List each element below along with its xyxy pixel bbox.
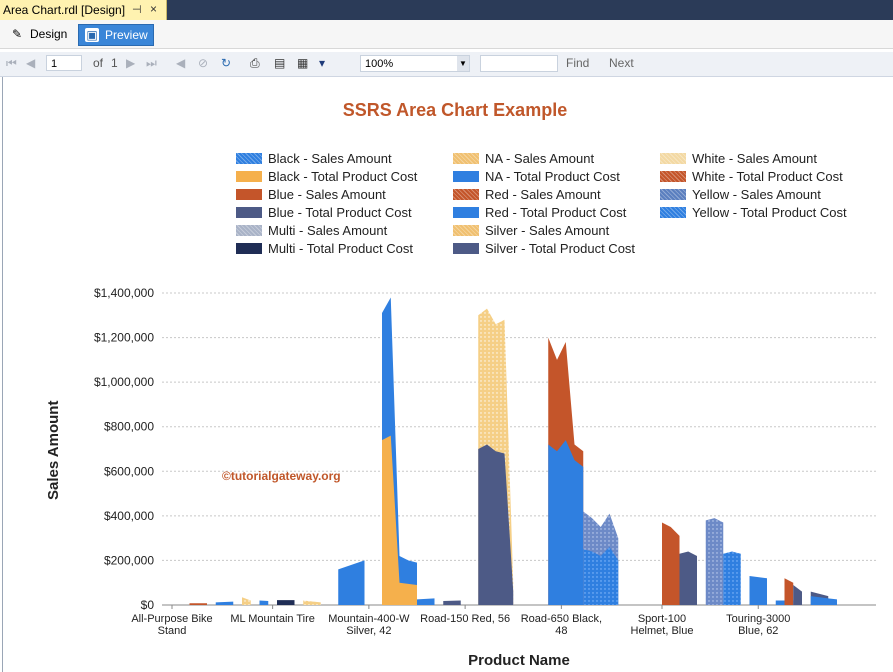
area-segment xyxy=(417,598,435,605)
area-segment xyxy=(242,597,251,605)
x-tick-label: Touring-3000 Blue, 62 xyxy=(726,613,790,637)
area-segment xyxy=(784,578,794,605)
area-segment xyxy=(679,551,697,605)
area-segment xyxy=(749,576,767,605)
x-tick-label: All-Purpose Bike Stand xyxy=(131,613,212,637)
y-tick-label: $0 xyxy=(141,598,155,612)
y-tick-label: $1,400,000 xyxy=(94,286,154,300)
x-tick-label: Sport-100 Helmet, Blue xyxy=(631,613,694,637)
x-tick-label: ML Mountain Tire xyxy=(230,613,315,625)
x-tick-label: Mountain-400-W Silver, 42 xyxy=(328,613,410,637)
y-tick-label: $200,000 xyxy=(104,553,154,567)
area-segment xyxy=(215,601,234,605)
watermark: ©tutorialgateway.org xyxy=(222,469,341,483)
area-segment xyxy=(277,600,295,605)
x-tick-label: Road-150 Red, 56 xyxy=(420,613,510,625)
series-area xyxy=(548,440,584,605)
y-tick-label: $400,000 xyxy=(104,509,154,523)
area-segment xyxy=(723,551,741,605)
x-tick-label: Road-650 Black, 48 xyxy=(521,613,602,637)
y-tick-label: $600,000 xyxy=(104,464,154,478)
area-segment xyxy=(303,600,321,605)
y-tick-label: $1,200,000 xyxy=(94,331,154,345)
y-tick-label: $1,000,000 xyxy=(94,375,154,389)
area-segment xyxy=(189,603,207,605)
area-segment xyxy=(705,518,724,605)
area-segment xyxy=(259,600,269,605)
area-segment xyxy=(338,560,365,605)
area-segment xyxy=(793,584,802,605)
y-tick-label: $800,000 xyxy=(104,420,154,434)
area-segment xyxy=(443,600,461,605)
area-segment xyxy=(662,522,680,605)
area-chart: $0 $200,000 $400,000 $600,000 $800,000 $1,000… xyxy=(94,286,876,637)
